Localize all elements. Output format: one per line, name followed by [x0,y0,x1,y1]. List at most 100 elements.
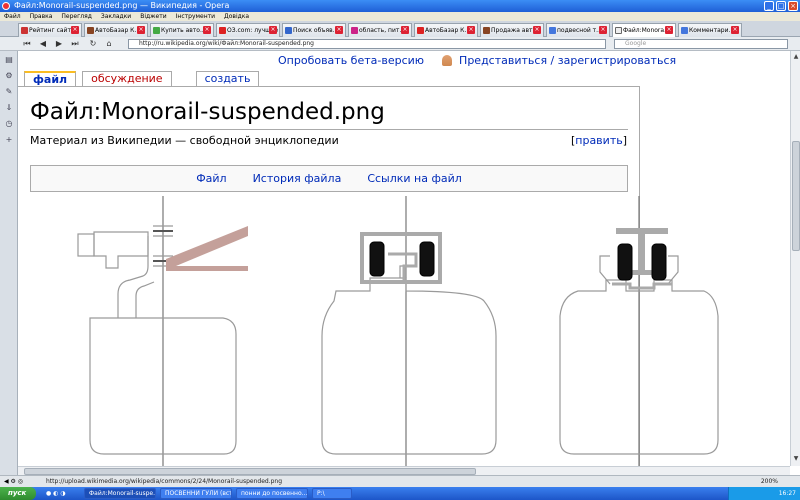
browser-tab[interactable]: Рейтинг сайт... × [18,23,82,37]
edit-link[interactable]: править [575,134,622,147]
menu-bookmarks[interactable]: Закладки [101,12,131,21]
reload-icon[interactable]: ↻ [88,39,98,49]
zoom-level[interactable]: 200% [761,476,778,487]
menu-edit[interactable]: Правка [30,12,53,21]
status-url: http://upload.wikimedia.org/wikipedia/co… [46,478,283,485]
address-bar[interactable]: http://ru.wikipedia.org/wiki/Файл:Monora… [128,39,606,49]
vertical-scrollbar[interactable]: ▲ ▼ [790,51,800,466]
favicon-icon [549,27,556,34]
file-toc: Файл История файла Ссылки на файл [30,165,628,192]
browser-tab-active[interactable]: Файл:Monora... × [612,23,676,37]
status-icons[interactable]: ◀ ⚙ ◎ [4,476,23,487]
beam-brown [166,226,248,271]
browser-tab[interactable]: область, пит... × [348,23,412,37]
clock[interactable]: 16:27 [779,490,796,497]
wheel-right [419,241,435,277]
widgets-panel-icon[interactable]: ⚙ [4,71,14,81]
close-tab-icon[interactable]: × [137,26,145,34]
beta-link[interactable]: Опробовать бета-версию [278,54,424,67]
menu-widgets[interactable]: Віджети [140,12,166,21]
history-panel-icon[interactable]: ◷ [4,119,14,129]
scroll-thumb[interactable] [792,141,800,251]
login-link[interactable]: Представиться / зарегистрироваться [459,54,676,67]
fast-forward-icon[interactable]: ⏭ [70,39,80,49]
web-page: Опробовать бета-версию Представиться / з… [18,51,790,466]
bogie-block [77,233,95,257]
tab-talk[interactable]: обсуждение [82,71,172,86]
wikipedia-icon [615,27,622,34]
window-title: Файл:Monorail-suspended.png — Википедия … [14,1,230,10]
rewind-icon[interactable]: ⏮ [22,39,32,49]
add-panel-icon[interactable]: + [4,135,14,145]
browser-tab[interactable]: Поиск объяв... × [282,23,346,37]
window-titlebar[interactable]: Файл:Monorail-suspended.png — Википедия … [0,0,800,12]
status-bar: ◀ ⚙ ◎ http://upload.wikimedia.org/wikipe… [0,475,800,487]
bookmarks-panel-icon[interactable]: ▤ [4,55,14,65]
scroll-thumb[interactable] [24,468,476,475]
scroll-down-icon[interactable]: ▼ [792,455,800,463]
monorail-image[interactable] [18,196,778,466]
taskbar-task[interactable]: ПОСВЕННИ ГУЛИ (вст... [160,488,232,499]
menu-help[interactable]: Довідка [224,12,249,21]
title-divider [30,129,628,130]
close-tab-icon[interactable]: × [203,26,211,34]
favicon-icon [153,27,160,34]
browser-tab[interactable]: Комментари... × [678,23,742,37]
scroll-up-icon[interactable]: ▲ [792,53,800,61]
wheel-right [651,243,667,281]
browser-tab[interactable]: подвесной т... × [546,23,610,37]
favicon-icon [681,27,688,34]
close-tab-icon[interactable]: × [335,26,343,34]
favicon-icon [417,27,424,34]
horizontal-scrollbar[interactable] [18,466,790,475]
system-tray: 16:27 [728,487,800,500]
quicklaunch-icons[interactable]: ● ◐ ◑ [46,487,66,500]
transfers-panel-icon[interactable]: ⇓ [4,103,14,113]
tab-file[interactable]: файл [24,71,77,86]
back-icon[interactable]: ◀ [38,39,48,49]
close-tab-icon[interactable]: × [665,26,673,34]
windows-taskbar: пуск ● ◐ ◑ Файл:Monorail-suspe... ПОСВЕН… [0,487,800,500]
page-subtitle: Материал из Википедии — свободной энцикл… [30,134,339,147]
user-icon [441,55,452,66]
car-body [321,277,497,455]
close-tab-icon[interactable]: × [599,26,607,34]
opera-side-panel: ▤ ⚙ ✎ ⇓ ◷ + [0,51,18,478]
notes-panel-icon[interactable]: ✎ [4,87,14,97]
menu-tools[interactable]: Інструменти [176,12,215,21]
taskbar-task[interactable]: P:\ [312,488,352,499]
toc-file-link[interactable]: Файл [196,166,226,191]
forward-icon[interactable]: ▶ [54,39,64,49]
browser-tab[interactable]: Купить авто... × [150,23,214,37]
home-icon[interactable]: ⌂ [104,39,114,49]
favicon-icon [483,27,490,34]
browser-tab[interactable]: АвтоБазар К... × [414,23,478,37]
favicon-icon [21,27,28,34]
minimize-button[interactable]: _ [764,1,774,11]
favicon-icon [219,27,226,34]
close-tab-icon[interactable]: × [269,26,277,34]
tab-create[interactable]: создать [195,71,260,86]
menu-view[interactable]: Перегляд [61,12,91,21]
close-tab-icon[interactable]: × [533,26,541,34]
browser-tab[interactable]: АвтоБазар К... × [84,23,148,37]
browser-tab[interactable]: ОЗ.com: лучшие × [216,23,280,37]
taskbar-task[interactable]: понни до посвенно... [236,488,308,499]
favicon-icon [87,27,94,34]
close-tab-icon[interactable]: × [401,26,409,34]
menu-file[interactable]: Файл [4,12,21,21]
close-button[interactable]: × [788,1,798,11]
start-button[interactable]: пуск [0,487,36,500]
taskbar-task[interactable]: Файл:Monorail-suspe... [84,488,156,499]
search-input[interactable]: Google [614,39,788,49]
address-text: http://ru.wikipedia.org/wiki/Файл:Monora… [139,40,314,47]
search-placeholder: Google [625,40,647,47]
toc-history-link[interactable]: История файла [253,166,342,191]
maximize-button[interactable]: □ [776,1,786,11]
close-tab-icon[interactable]: × [467,26,475,34]
toc-usage-link[interactable]: Ссылки на файл [367,166,462,191]
browser-tab[interactable]: Продажа авт... × [480,23,544,37]
hanger-arm [117,236,149,318]
close-tab-icon[interactable]: × [71,26,79,34]
close-tab-icon[interactable]: × [731,26,739,34]
